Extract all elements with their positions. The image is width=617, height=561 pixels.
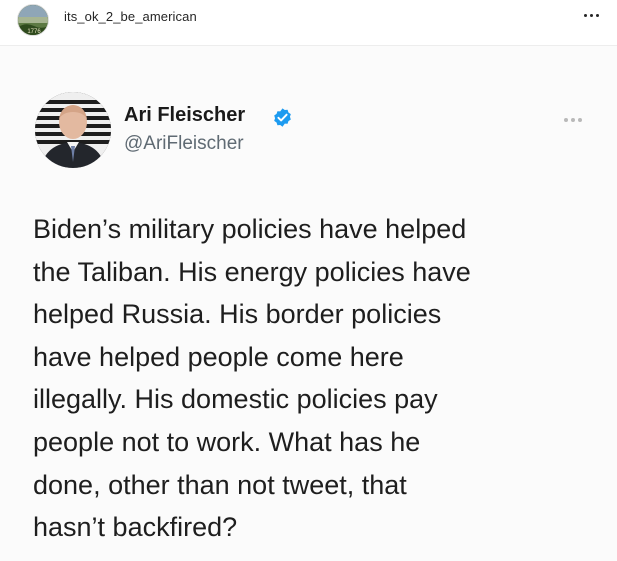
avatar-image: 1776 xyxy=(18,5,48,35)
tweet-text-line: Biden’s military policies have helped xyxy=(33,214,467,244)
tweet-author-handle: @AriFleischer xyxy=(124,133,244,154)
tweet-text-line: hasn’t backfired? xyxy=(33,512,238,543)
tweet-text-line: the Taliban. His energy policies have xyxy=(33,256,471,287)
instagram-post: 1776 its_ok_2_be_american Ari Fleischer … xyxy=(0,0,617,561)
tweet-more-icon xyxy=(563,116,585,124)
tweet-text-line: illegally. His domestic policies pay xyxy=(33,384,438,415)
more-options-icon[interactable] xyxy=(583,8,603,24)
post-header: 1776 its_ok_2_be_american xyxy=(0,0,617,46)
tweet-screenshot: Ari Fleischer @AriFleischer Biden’s mili… xyxy=(0,46,617,561)
tweet-text-line: done, other than not tweet, that xyxy=(33,469,407,500)
post-username[interactable]: its_ok_2_be_american xyxy=(64,9,197,24)
verified-badge-icon xyxy=(272,107,293,128)
tweet-author-avatar xyxy=(35,92,111,168)
svg-text:1776: 1776 xyxy=(27,29,41,35)
tweet-text-line: have helped people come here xyxy=(33,341,404,372)
tweet-text-line: people not to work. What has he xyxy=(33,426,421,457)
author-photo xyxy=(35,92,111,168)
tweet-author-name: Ari Fleischer xyxy=(124,104,246,126)
tweet-text-line: helped Russia. His border policies xyxy=(33,299,442,330)
tweet-text: Biden’s military policies have helped th… xyxy=(33,208,593,549)
user-avatar[interactable]: 1776 xyxy=(17,4,49,36)
